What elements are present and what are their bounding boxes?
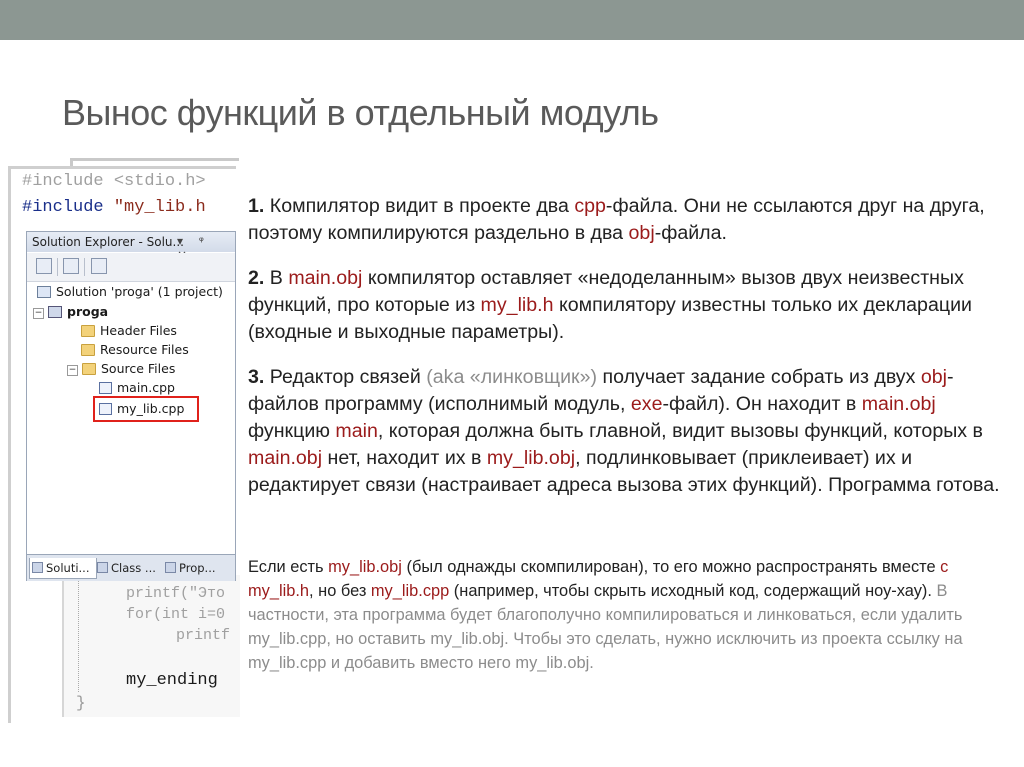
text-run: Компилятор видит в проекте два	[264, 195, 575, 217]
step-number: 1.	[248, 195, 265, 217]
outline-gutter	[78, 580, 81, 692]
paragraph-4: Если есть my_lib.obj (был однажды скомпи…	[248, 555, 1008, 675]
term-my-lib-obj: my_lib.obj	[486, 447, 576, 469]
text-run: , но без	[309, 582, 371, 600]
show-all-files-icon[interactable]	[63, 258, 79, 274]
solution-explorer-header[interactable]: Solution Explorer - Solu... ▾ ᵠ ×	[27, 232, 235, 262]
slide-title: Вынос функций в отдельный модуль	[62, 92, 659, 133]
tree-item-label: Resource Files	[100, 342, 189, 357]
term-my-lib-h: my_lib.h	[480, 294, 554, 316]
include-keyword: #include	[22, 198, 114, 217]
tree-item-label: Header Files	[100, 323, 177, 338]
step-number: 3.	[248, 366, 265, 388]
solution-explorer-panel: Solution Explorer - Solu... ▾ ᵠ × Soluti…	[26, 231, 236, 581]
text-run: функцию	[248, 420, 336, 442]
term-exe: exe	[630, 393, 663, 415]
toolbar-separator	[84, 258, 85, 276]
tree-item-header-files[interactable]: Header Files	[81, 323, 177, 338]
solution-explorer-toolbar	[27, 253, 235, 282]
text-run: -файл). Он находит в	[662, 393, 862, 415]
cpp-file-icon	[99, 382, 112, 394]
folder-icon	[81, 344, 95, 356]
folder-icon	[81, 325, 95, 337]
term-obj: obj	[628, 222, 655, 244]
term-main: main	[335, 420, 378, 442]
code-line-include-mylib: #include "my_lib.h	[22, 198, 206, 217]
code-line-printf: printf("Это	[126, 585, 226, 602]
tab-label: Prop...	[179, 561, 216, 575]
tab-label: Soluti...	[46, 561, 90, 575]
properties-icon[interactable]	[36, 258, 52, 274]
solution-tab-icon	[32, 562, 43, 573]
highlight-box	[93, 396, 199, 422]
collapse-icon[interactable]: −	[67, 365, 78, 376]
term-main-obj: main.obj	[861, 393, 936, 415]
solution-icon	[37, 286, 51, 298]
code-line-printf-inner: printf	[176, 627, 231, 644]
properties-tab-icon	[165, 562, 176, 573]
text-run: В	[264, 267, 289, 289]
code-line-for: for(int i=0	[126, 606, 226, 623]
tree-item-label: main.cpp	[117, 380, 175, 395]
include-string: "my_lib.h	[113, 198, 206, 217]
text-run: Редактор связей	[264, 366, 427, 388]
tree-item-label: Source Files	[101, 361, 176, 376]
tree-item-label: proga	[67, 304, 109, 319]
text-run: , которая должна быть главной, видит выз…	[377, 420, 983, 442]
paragraph-1: 1. Компилятор видит в проекте два cpp -фа…	[248, 193, 1008, 247]
code-line-my-ending: my_ending	[126, 671, 218, 690]
term-aka: (aka «линковщик»)	[426, 366, 598, 388]
toolbar-separator	[57, 258, 58, 276]
term-my-lib-obj: my_lib.obj	[328, 558, 402, 576]
tree-item-source-files[interactable]: − Source Files	[67, 361, 175, 376]
paragraph-2: 2. В main.obj компилятор оставляет «недо…	[248, 265, 1008, 346]
text-run: нет, находит их в	[322, 447, 487, 469]
term-main-obj: main.obj	[248, 447, 323, 469]
tab-solution-explorer[interactable]: Soluti...	[29, 558, 97, 579]
class-view-icon	[97, 562, 108, 573]
term-main-obj: main.obj	[288, 267, 363, 289]
term-cpp: cpp	[574, 195, 606, 217]
text-run: -файла.	[654, 222, 727, 244]
text-run: (был однажды скомпилирован), то его можн…	[401, 558, 941, 576]
tree-item-project[interactable]: − proga	[33, 304, 108, 319]
tree-item-main-cpp[interactable]: main.cpp	[99, 380, 175, 395]
folder-open-icon	[82, 363, 96, 375]
project-icon	[48, 306, 62, 318]
text-run: (например, чтобы скрыть исходный код, со…	[449, 582, 932, 600]
term-my-lib-cpp: my_lib.cpp	[370, 582, 450, 600]
code-line-include-stdio: #include <stdio.h>	[22, 172, 206, 191]
tab-class-view[interactable]: Class ...	[95, 558, 163, 578]
text-run: получает задание собрать из двух	[597, 366, 921, 388]
term-obj: obj	[920, 366, 948, 388]
tab-label: Class ...	[111, 561, 156, 575]
tree-item-label: Solution 'proga' (1 project)	[56, 284, 223, 299]
tree-item-solution[interactable]: Solution 'proga' (1 project)	[37, 284, 223, 299]
code-closing-brace: }	[76, 694, 86, 712]
text-run: Если есть	[248, 558, 329, 576]
paragraph-3: 3. Редактор связей (aka «линковщик») пол…	[248, 364, 1008, 499]
collapse-icon[interactable]: −	[33, 308, 44, 319]
refresh-icon[interactable]	[91, 258, 107, 274]
tab-property-manager[interactable]: Prop...	[163, 558, 235, 578]
step-number: 2.	[248, 267, 265, 289]
top-bar	[0, 0, 1024, 40]
tree-item-resource-files[interactable]: Resource Files	[81, 342, 189, 357]
panel-tab-strip: Soluti... Class ... Prop...	[27, 554, 235, 581]
solution-explorer-title: Solution Explorer - Solu...	[32, 235, 184, 249]
